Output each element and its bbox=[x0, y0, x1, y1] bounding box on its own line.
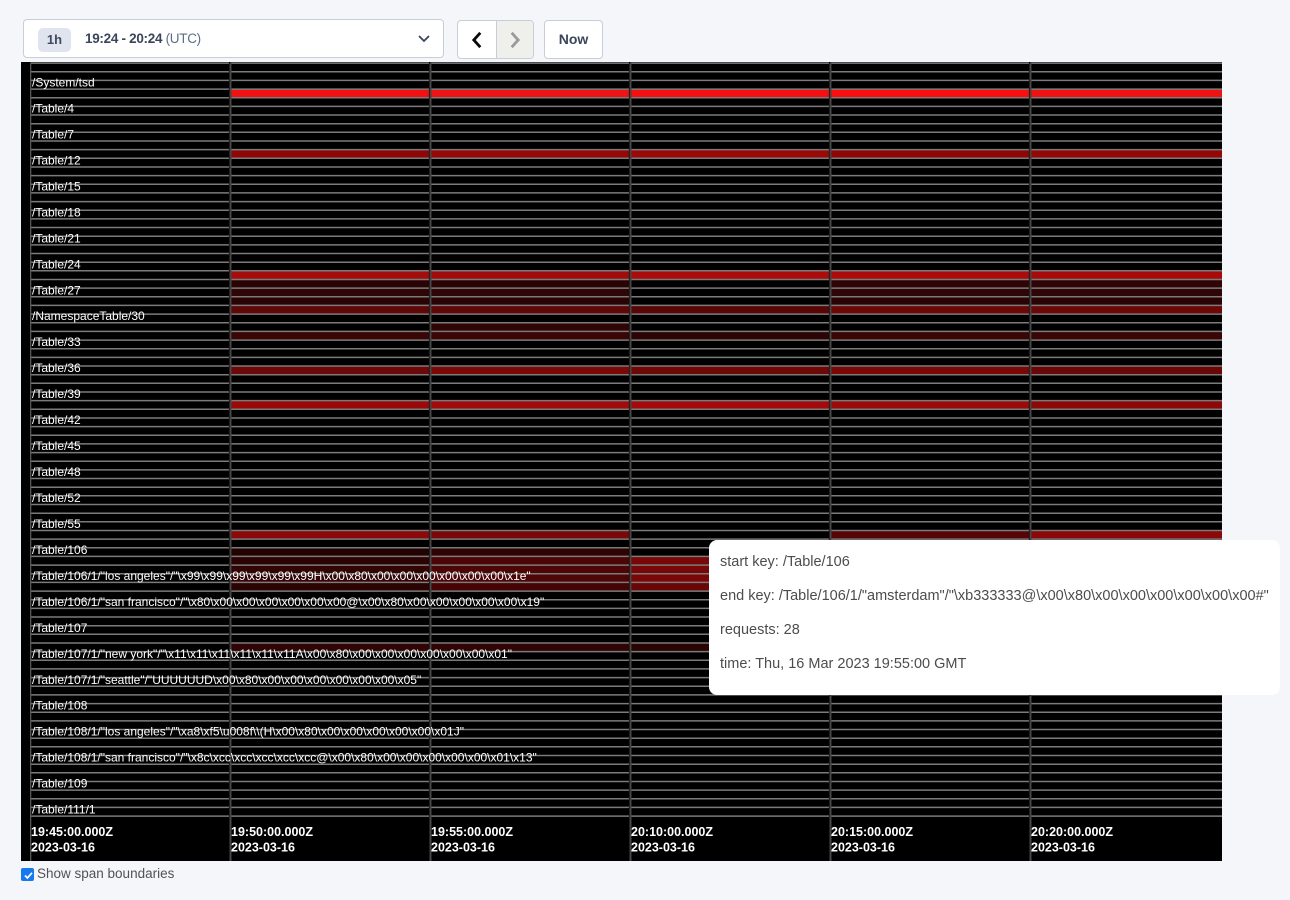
svg-text:/Table/106/1/"los angeles"/"\x: /Table/106/1/"los angeles"/"\x99\x99\x99… bbox=[32, 569, 531, 583]
svg-text:/Table/42: /Table/42 bbox=[32, 413, 81, 427]
svg-text:2023-03-16: 2023-03-16 bbox=[1031, 841, 1095, 855]
svg-text:20:10:00.000Z: 20:10:00.000Z bbox=[631, 825, 713, 839]
svg-text:20:15:00.000Z: 20:15:00.000Z bbox=[831, 825, 913, 839]
svg-text:/Table/7: /Table/7 bbox=[32, 128, 74, 142]
svg-text:2023-03-16: 2023-03-16 bbox=[431, 841, 495, 855]
svg-text:/Table/4: /Table/4 bbox=[32, 102, 74, 116]
svg-text:/Table/107: /Table/107 bbox=[32, 621, 88, 635]
svg-text:/Table/21: /Table/21 bbox=[32, 231, 81, 245]
svg-text:20:20:00.000Z: 20:20:00.000Z bbox=[1031, 825, 1113, 839]
svg-text:2023-03-16: 2023-03-16 bbox=[31, 841, 95, 855]
svg-text:/System/tsd: /System/tsd bbox=[32, 76, 95, 90]
svg-text:/Table/108: /Table/108 bbox=[32, 699, 88, 713]
svg-text:/Table/108/1/"san francisco"/": /Table/108/1/"san francisco"/"\x8c\xcc\x… bbox=[32, 751, 537, 765]
svg-text:/Table/107/1/"new york"/"\x11\: /Table/107/1/"new york"/"\x11\x11\x11\x1… bbox=[32, 647, 512, 661]
svg-text:/Table/106/1/"san francisco"/": /Table/106/1/"san francisco"/"\x80\x00\x… bbox=[32, 595, 544, 609]
svg-text:19:50:00.000Z: 19:50:00.000Z bbox=[231, 825, 313, 839]
svg-text:/Table/24: /Table/24 bbox=[32, 257, 81, 271]
svg-text:/Table/15: /Table/15 bbox=[32, 179, 81, 193]
svg-text:/Table/33: /Table/33 bbox=[32, 335, 81, 349]
svg-text:/Table/108/1/"los angeles"/"\x: /Table/108/1/"los angeles"/"\xa8\xf5\u00… bbox=[32, 725, 464, 739]
svg-text:/Table/12: /Table/12 bbox=[32, 154, 81, 168]
svg-text:/Table/36: /Table/36 bbox=[32, 361, 81, 375]
svg-text:19:55:00.000Z: 19:55:00.000Z bbox=[431, 825, 513, 839]
svg-text:/NamespaceTable/30: /NamespaceTable/30 bbox=[32, 309, 145, 323]
svg-text:/Table/107/1/"seattle"/"UUUUUU: /Table/107/1/"seattle"/"UUUUUUD\x00\x80\… bbox=[32, 673, 421, 687]
svg-text:/Table/52: /Table/52 bbox=[32, 491, 81, 505]
svg-text:2023-03-16: 2023-03-16 bbox=[631, 841, 695, 855]
svg-text:/Table/109: /Table/109 bbox=[32, 777, 88, 791]
svg-text:/Table/39: /Table/39 bbox=[32, 387, 81, 401]
svg-text:/Table/55: /Table/55 bbox=[32, 517, 81, 531]
svg-text:/Table/18: /Table/18 bbox=[32, 205, 81, 219]
svg-text:/Table/48: /Table/48 bbox=[32, 465, 81, 479]
svg-text:19:45:00.000Z: 19:45:00.000Z bbox=[31, 825, 113, 839]
svg-text:2023-03-16: 2023-03-16 bbox=[831, 841, 895, 855]
svg-text:/Table/106: /Table/106 bbox=[32, 543, 88, 557]
svg-text:/Table/27: /Table/27 bbox=[32, 283, 81, 297]
svg-text:2023-03-16: 2023-03-16 bbox=[231, 841, 295, 855]
svg-text:/Table/111/1: /Table/111/1 bbox=[32, 803, 96, 817]
svg-text:/Table/45: /Table/45 bbox=[32, 439, 81, 453]
